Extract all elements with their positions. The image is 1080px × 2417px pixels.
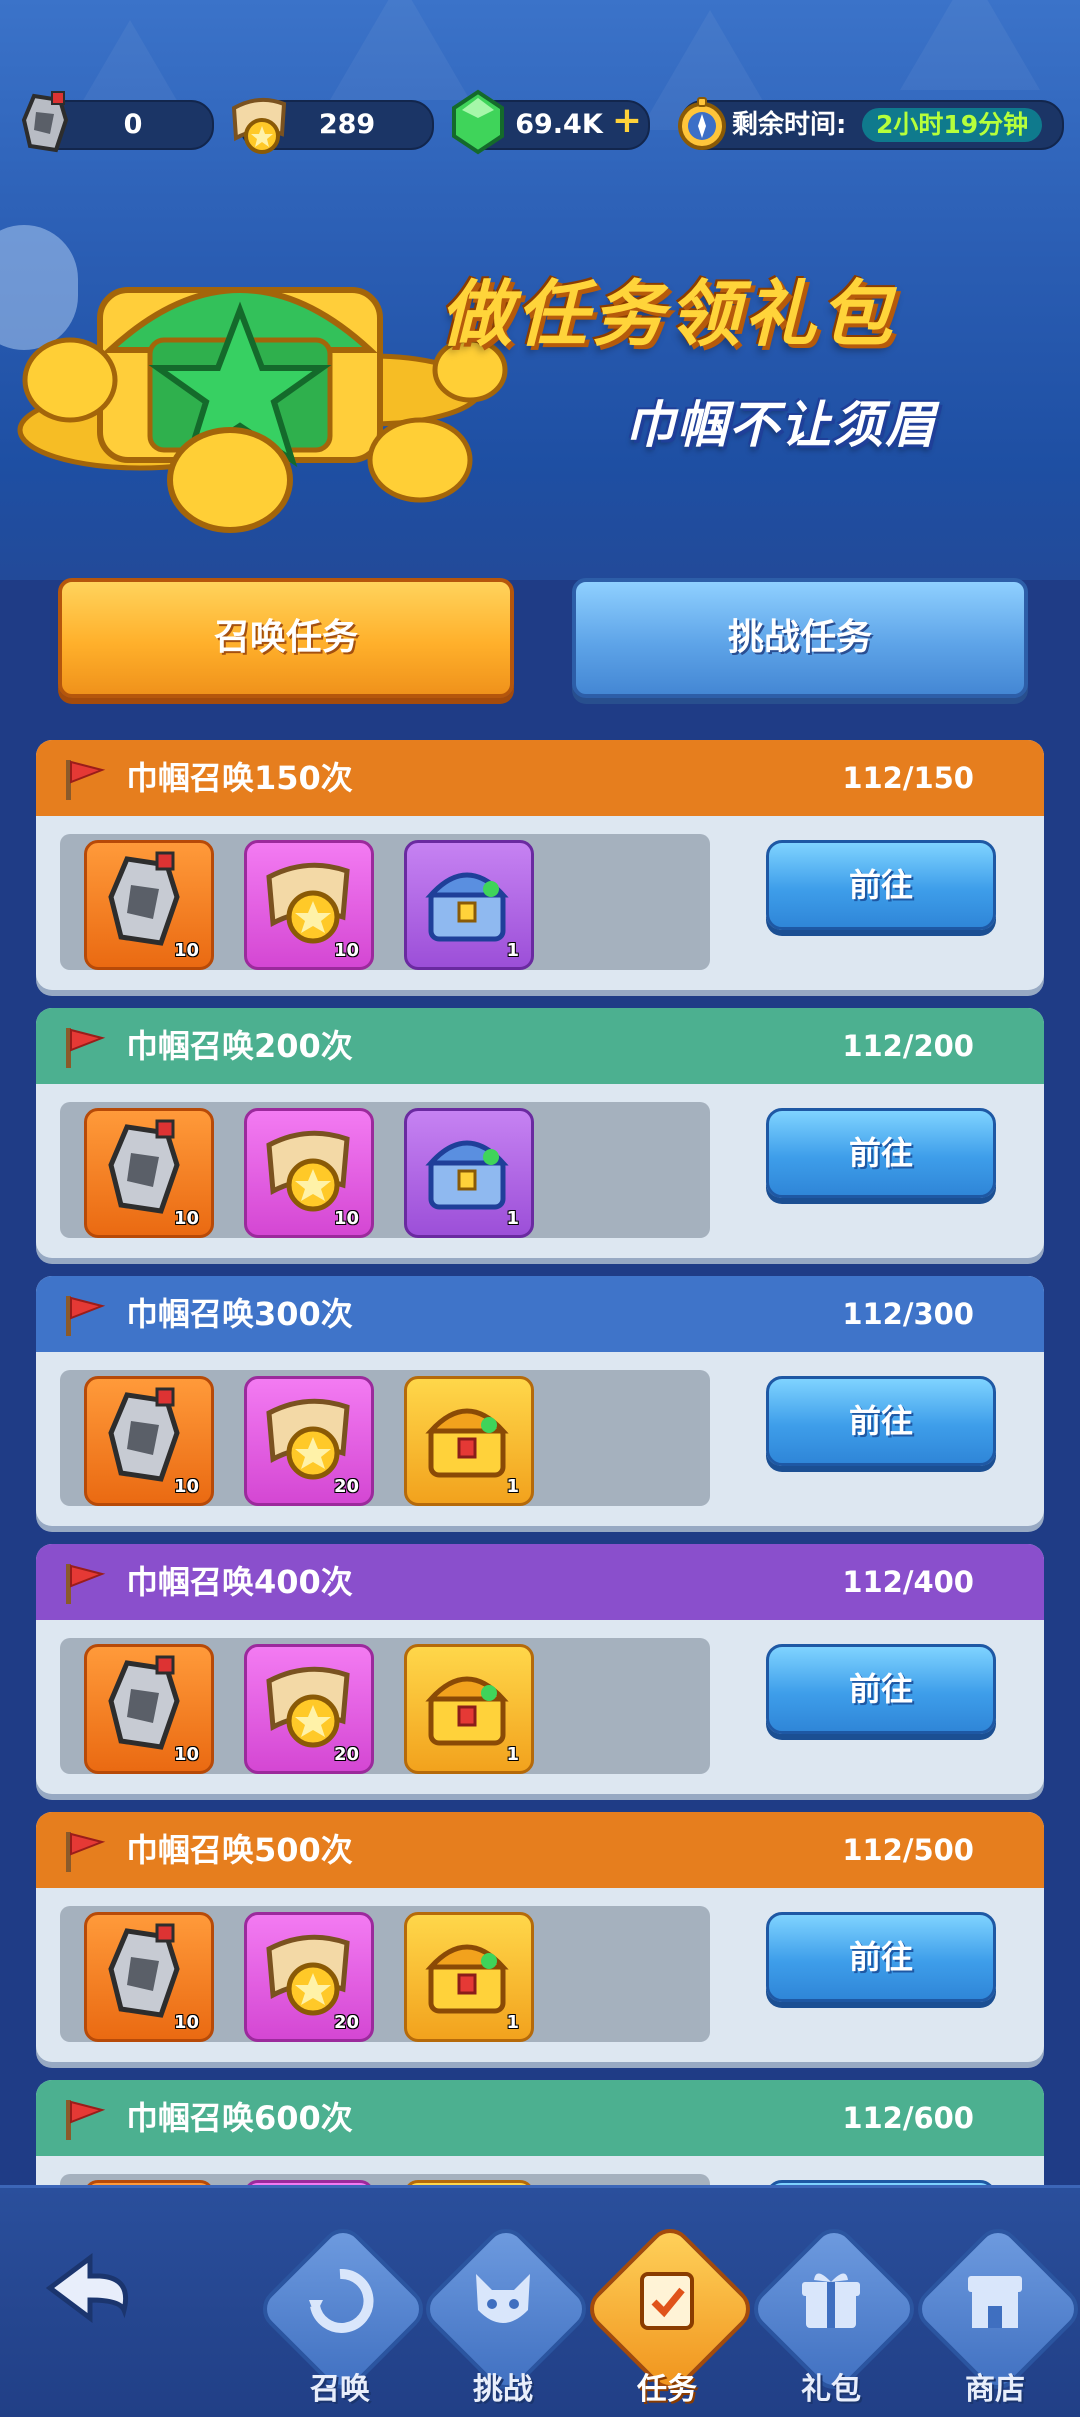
nav-shop[interactable]: 商店 <box>908 2208 1080 2408</box>
go-button[interactable]: 前往 <box>766 1108 996 1198</box>
task-title: 巾帼召唤200次 <box>126 1027 353 1065</box>
reward-item[interactable]: 10 <box>84 1376 214 1506</box>
resource-bar: 0 289 69.4K + 剩余时间: 2小时19分钟 <box>0 89 1080 155</box>
reward-item[interactable]: 1 <box>404 1108 534 1238</box>
reward-item[interactable]: 1 <box>404 1644 534 1774</box>
reward-count: 10 <box>333 940 359 961</box>
gem-counter[interactable]: 69.4K + <box>452 89 650 155</box>
reward-count: 10 <box>333 1208 359 1229</box>
timer-label: 剩余时间: <box>732 110 847 140</box>
nav-summon[interactable]: 召唤 <box>253 2208 433 2408</box>
compass-icon <box>678 97 726 150</box>
back-arrow-icon[interactable] <box>40 2248 150 2338</box>
reward-item[interactable]: 1 <box>404 1912 534 2042</box>
flag-icon <box>66 1832 106 1872</box>
task-progress: 112/500 <box>842 1833 974 1867</box>
reward-count: 1 <box>506 1476 519 1497</box>
reward-item[interactable]: 20 <box>244 1376 374 1506</box>
task-title: 巾帼召唤400次 <box>126 1563 353 1601</box>
demon-mask-icon <box>476 2274 530 2323</box>
reward-count: 20 <box>333 2012 359 2033</box>
flag-icon <box>66 2100 106 2140</box>
task-title: 巾帼召唤150次 <box>126 759 353 797</box>
gem-icon <box>452 89 504 155</box>
reward-count: 10 <box>173 1744 199 1765</box>
task-title: 巾帼召唤500次 <box>126 1831 353 1869</box>
reward-count: 1 <box>506 2012 519 2033</box>
tab-summon-tasks[interactable]: 召唤任务 <box>58 578 514 698</box>
reward-count: 10 <box>173 1476 199 1497</box>
shop-icon <box>968 2276 1022 2328</box>
reward-item[interactable]: 10 <box>244 840 374 970</box>
flag-icon <box>66 1564 106 1604</box>
reward-count: 10 <box>173 2012 199 2033</box>
bg-pattern <box>900 0 1040 90</box>
scroll-counter: 289 <box>231 97 434 154</box>
task-list[interactable]: 巾帼召唤150次 112/150 前往 10 10 1 巾帼召唤200次 112/2… <box>0 730 1080 2185</box>
summon-token-icon <box>21 91 69 153</box>
reward-item[interactable]: 20 <box>244 1644 374 1774</box>
task-card: 巾帼召唤150次 112/150 前往 10 10 1 <box>36 740 1044 990</box>
scroll-value: 289 <box>318 109 376 140</box>
task-title: 巾帼召唤600次 <box>126 2099 353 2137</box>
reward-count: 1 <box>506 1744 519 1765</box>
go-button[interactable]: 前往 <box>766 1376 996 1466</box>
go-button[interactable]: 前往 <box>766 1912 996 2002</box>
flag-icon <box>66 1028 106 1068</box>
task-progress: 112/200 <box>842 1029 974 1063</box>
go-button[interactable]: 前往 <box>766 840 996 930</box>
summon-token-counter: 0 <box>21 91 214 153</box>
task-progress: 112/600 <box>842 2101 974 2135</box>
reward-item[interactable]: 10 <box>84 1644 214 1774</box>
summon-token-value: 0 <box>123 109 143 140</box>
reward-item[interactable]: 10 <box>84 1912 214 2042</box>
reward-item[interactable]: 10 <box>244 1108 374 1238</box>
gift-icon <box>802 2273 860 2328</box>
task-title: 巾帼召唤300次 <box>126 1295 353 1333</box>
nav-challenge[interactable]: 挑战 <box>416 2208 596 2408</box>
reward-count: 10 <box>173 940 199 961</box>
bottom-nav: 召唤 挑战 任务 礼包 商店 <box>0 2185 1080 2417</box>
nav-challenge-label: 挑战 <box>473 2372 533 2407</box>
nav-shop-label: 商店 <box>965 2372 1025 2407</box>
task-progress: 112/300 <box>842 1297 974 1331</box>
nav-gifts-label: 礼包 <box>801 2372 861 2407</box>
nav-summon-label: 召唤 <box>310 2372 370 2407</box>
task-card: 巾帼召唤600次 112/600 前往 <box>36 2080 1044 2185</box>
reward-count: 1 <box>506 1208 519 1229</box>
timer-value: 2小时19分钟 <box>862 108 1043 142</box>
flag-icon <box>66 760 106 800</box>
task-progress: 112/150 <box>842 761 974 795</box>
nav-tasks-label: 任务 <box>637 2372 697 2407</box>
task-card: 巾帼召唤300次 112/300 前往 10 20 1 <box>36 1276 1044 1526</box>
task-card: 巾帼召唤400次 112/400 前往 10 20 1 <box>36 1544 1044 1794</box>
task-progress: 112/400 <box>842 1565 974 1599</box>
summon-swirl-icon <box>309 2268 374 2333</box>
go-button[interactable]: 前往 <box>766 1644 996 1734</box>
bg-pattern <box>330 0 470 100</box>
banner-title: 做任务领礼包 <box>440 272 897 356</box>
flag-icon <box>66 1296 106 1336</box>
nav-gifts[interactable]: 礼包 <box>744 2208 924 2408</box>
tab-challenge-tasks[interactable]: 挑战任务 <box>572 578 1028 698</box>
reward-count: 20 <box>333 1744 359 1765</box>
reward-count: 20 <box>333 1476 359 1497</box>
task-card: 巾帼召唤500次 112/500 前往 10 20 1 <box>36 1812 1044 2062</box>
task-board-icon <box>640 2272 694 2330</box>
banner-subtitle: 巾帼不让须眉 <box>625 396 937 454</box>
reward-count: 1 <box>506 940 519 961</box>
banner-area: 做任务领礼包 巾帼不让须眉 <box>0 0 1080 580</box>
reward-item[interactable]: 20 <box>244 1912 374 2042</box>
reward-count: 10 <box>173 1208 199 1229</box>
task-card: 巾帼召唤200次 112/200 前往 10 10 1 <box>36 1008 1044 1258</box>
add-gems-button[interactable]: + <box>612 100 642 141</box>
reward-item[interactable]: 10 <box>84 840 214 970</box>
reward-item[interactable]: 10 <box>84 1108 214 1238</box>
remaining-time: 剩余时间: 2小时19分钟 <box>678 97 1064 150</box>
reward-item[interactable]: 1 <box>404 1376 534 1506</box>
reward-item[interactable]: 1 <box>404 840 534 970</box>
nav-tasks[interactable]: 任务 <box>580 2208 760 2408</box>
gem-value: 69.4K <box>515 109 603 140</box>
